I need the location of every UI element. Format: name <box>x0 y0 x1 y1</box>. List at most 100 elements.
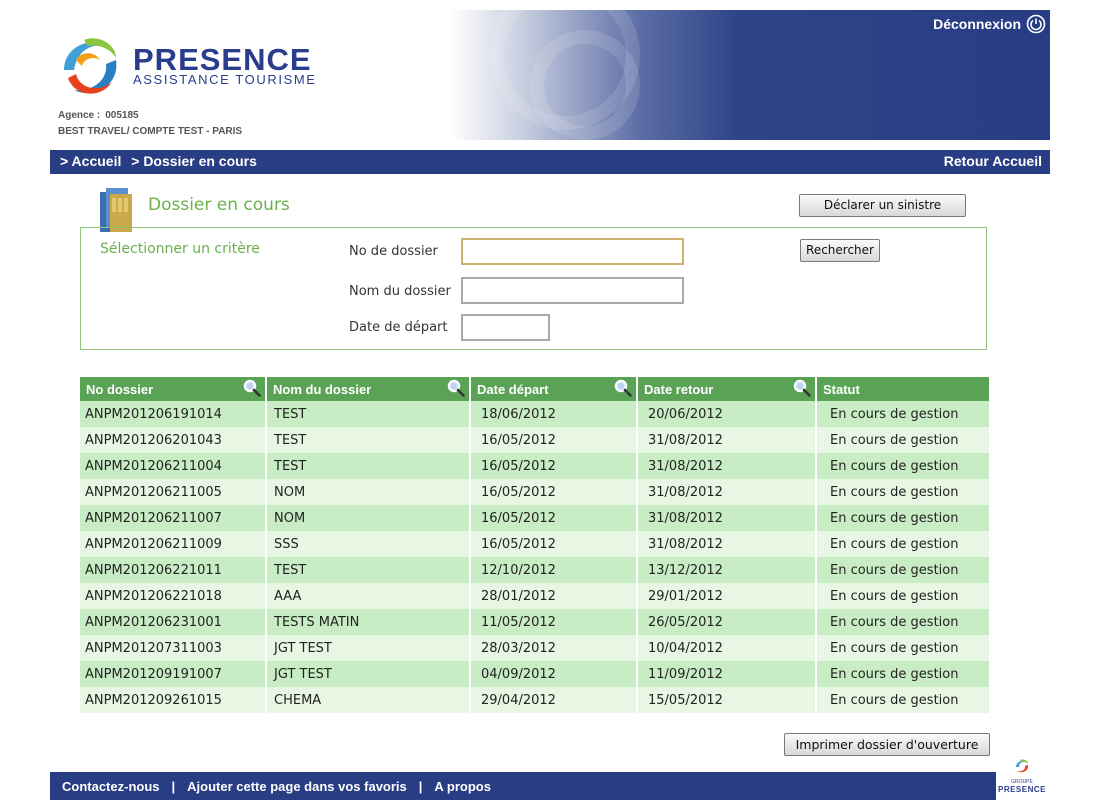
table-cell-depart: 16/05/2012 <box>471 479 638 505</box>
table-cell-retour: 15/05/2012 <box>638 687 817 713</box>
column-header-status: Statut <box>817 377 989 401</box>
table-cell-no: ANPM201206231001 <box>80 609 267 635</box>
table-cell-retour: 11/09/2012 <box>638 661 817 687</box>
table-cell-no: ANPM201206211007 <box>80 505 267 531</box>
file-number-label: No de dossier <box>349 244 438 259</box>
column-label: Date départ <box>477 382 549 397</box>
zoom-icon[interactable] <box>243 379 261 397</box>
breadcrumb-current[interactable]: > Dossier en cours <box>131 153 257 169</box>
table-cell-depart: 18/06/2012 <box>471 401 638 427</box>
zoom-icon[interactable] <box>793 379 811 397</box>
table-row[interactable]: ANPM201209261015 CHEMA 29/04/2012 15/05/201… <box>80 687 989 713</box>
brand-subtitle: ASSISTANCE TOURISME <box>133 72 317 87</box>
breadcrumb: > Accueil > Dossier en cours <box>60 153 263 169</box>
file-name-label: Nom du dossier <box>349 284 451 299</box>
about-link[interactable]: A propos <box>434 779 491 794</box>
files-table: No dossier Nom du dossier Date départ Da… <box>80 377 989 713</box>
nav-bar: > Accueil > Dossier en cours Retour Accu… <box>50 150 1050 174</box>
table-cell-nom: TEST <box>267 427 471 453</box>
table-row[interactable]: ANPM201206211004 TEST 16/05/2012 31/08/2012… <box>80 453 989 479</box>
zoom-icon[interactable] <box>614 379 632 397</box>
power-icon <box>1026 14 1046 34</box>
footer-links: Contactez-nous | Ajouter cette page dans… <box>62 779 491 794</box>
table-cell-statut: En cours de gestion <box>830 563 959 578</box>
table-cell-retour: 31/08/2012 <box>638 453 817 479</box>
table-row[interactable]: ANPM201206221011 TEST 12/10/2012 13/12/2012… <box>80 557 989 583</box>
presence-logo <box>64 38 117 94</box>
table-cell-no: ANPM201206211004 <box>80 453 267 479</box>
group-presence-logo: GROUPE PRESENCE <box>996 758 1048 798</box>
contact-link[interactable]: Contactez-nous <box>62 779 160 794</box>
table-cell-depart: 12/10/2012 <box>471 557 638 583</box>
table-row[interactable]: ANPM201206221018 AAA 28/01/2012 29/01/2012 E… <box>80 583 989 609</box>
table-cell-no: ANPM201207311003 <box>80 635 267 661</box>
file-number-input[interactable] <box>461 238 684 265</box>
table-cell-depart: 16/05/2012 <box>471 505 638 531</box>
table-cell-statut: En cours de gestion <box>830 459 959 474</box>
table-cell-depart: 16/05/2012 <box>471 427 638 453</box>
column-header-file-number[interactable]: No dossier <box>80 377 267 401</box>
footer: Contactez-nous | Ajouter cette page dans… <box>50 772 996 800</box>
column-header-file-name[interactable]: Nom du dossier <box>267 377 471 401</box>
table-cell-depart: 04/09/2012 <box>471 661 638 687</box>
table-cell-no: ANPM201206201043 <box>80 427 267 453</box>
table-cell-retour: 29/01/2012 <box>638 583 817 609</box>
table-cell-depart: 28/03/2012 <box>471 635 638 661</box>
table-cell-depart: 16/05/2012 <box>471 531 638 557</box>
table-cell-nom: SSS <box>267 531 471 557</box>
column-label: Statut <box>823 382 860 397</box>
table-cell-retour: 26/05/2012 <box>638 609 817 635</box>
table-cell-depart: 28/01/2012 <box>471 583 638 609</box>
table-cell-retour: 31/08/2012 <box>638 531 817 557</box>
table-cell-statut: En cours de gestion <box>830 537 959 552</box>
add-favorites-link[interactable]: Ajouter cette page dans vos favoris <box>187 779 407 794</box>
column-header-return-date[interactable]: Date retour <box>638 377 817 401</box>
table-cell-statut: En cours de gestion <box>830 667 959 682</box>
search-button[interactable]: Rechercher <box>800 239 880 262</box>
table-cell-statut: En cours de gestion <box>830 407 959 422</box>
footer-separator: | <box>171 779 176 794</box>
table-cell-retour: 31/08/2012 <box>638 479 817 505</box>
table-cell-no: ANPM201206221011 <box>80 557 267 583</box>
table-cell-nom: TEST <box>267 557 471 583</box>
breadcrumb-home[interactable]: > Accueil <box>60 153 121 169</box>
print-opening-file-button[interactable]: Imprimer dossier d'ouverture <box>784 733 990 756</box>
table-cell-depart: 29/04/2012 <box>471 687 638 713</box>
table-row[interactable]: ANPM201206201043 TEST 16/05/2012 31/08/2012… <box>80 427 989 453</box>
table-cell-no: ANPM201209191007 <box>80 661 267 687</box>
table-cell-statut: En cours de gestion <box>830 693 959 708</box>
table-cell-statut: En cours de gestion <box>830 615 959 630</box>
agency-number: 005185 <box>105 110 139 121</box>
departure-date-input[interactable] <box>461 314 550 341</box>
group-name: PRESENCE <box>997 785 1046 794</box>
table-row[interactable]: ANPM201207311003 JGT TEST 28/03/2012 10/04/… <box>80 635 989 661</box>
table-row[interactable]: ANPM201206231001 TESTS MATIN 11/05/2012 26/… <box>80 609 989 635</box>
table-row[interactable]: ANPM201206211007 NOM 16/05/2012 31/08/2012 E… <box>80 505 989 531</box>
table-row[interactable]: ANPM201206191014 TEST 18/06/2012 20/06/2012… <box>80 401 989 427</box>
zoom-icon[interactable] <box>447 379 465 397</box>
column-label: Nom du dossier <box>273 382 372 397</box>
table-cell-nom: NOM <box>267 479 471 505</box>
table-cell-nom: NOM <box>267 505 471 531</box>
agency-name: BEST TRAVEL/ COMPTE TEST - PARIS <box>58 126 243 137</box>
table-cell-retour: 20/06/2012 <box>638 401 817 427</box>
departure-date-label: Date de départ <box>349 320 448 335</box>
table-row[interactable]: ANPM201206211009 SSS 16/05/2012 31/08/2012 E… <box>80 531 989 557</box>
table-row[interactable]: ANPM201206211005 NOM 16/05/2012 31/08/2012 E… <box>80 479 989 505</box>
back-home-link[interactable]: Retour Accueil <box>944 153 1042 169</box>
table-row[interactable]: ANPM201209191007 JGT TEST 04/09/2012 11/09/… <box>80 661 989 687</box>
table-cell-nom: CHEMA <box>267 687 471 713</box>
file-name-input[interactable] <box>461 277 684 304</box>
table-cell-depart: 11/05/2012 <box>471 609 638 635</box>
column-header-departure-date[interactable]: Date départ <box>471 377 638 401</box>
table-cell-no: ANPM201209261015 <box>80 687 267 713</box>
table-body: ANPM201206191014 TEST 18/06/2012 20/06/2012… <box>80 401 989 713</box>
logout-button[interactable]: Déconnexion <box>933 14 1046 34</box>
declare-claim-button[interactable]: Déclarer un sinistre <box>799 194 966 217</box>
table-cell-nom: JGT TEST <box>267 661 471 687</box>
table-cell-retour: 13/12/2012 <box>638 557 817 583</box>
table-cell-depart: 16/05/2012 <box>471 453 638 479</box>
table-cell-no: ANPM201206211009 <box>80 531 267 557</box>
table-header: No dossier Nom du dossier Date départ Da… <box>80 377 989 401</box>
logout-label: Déconnexion <box>933 16 1021 32</box>
